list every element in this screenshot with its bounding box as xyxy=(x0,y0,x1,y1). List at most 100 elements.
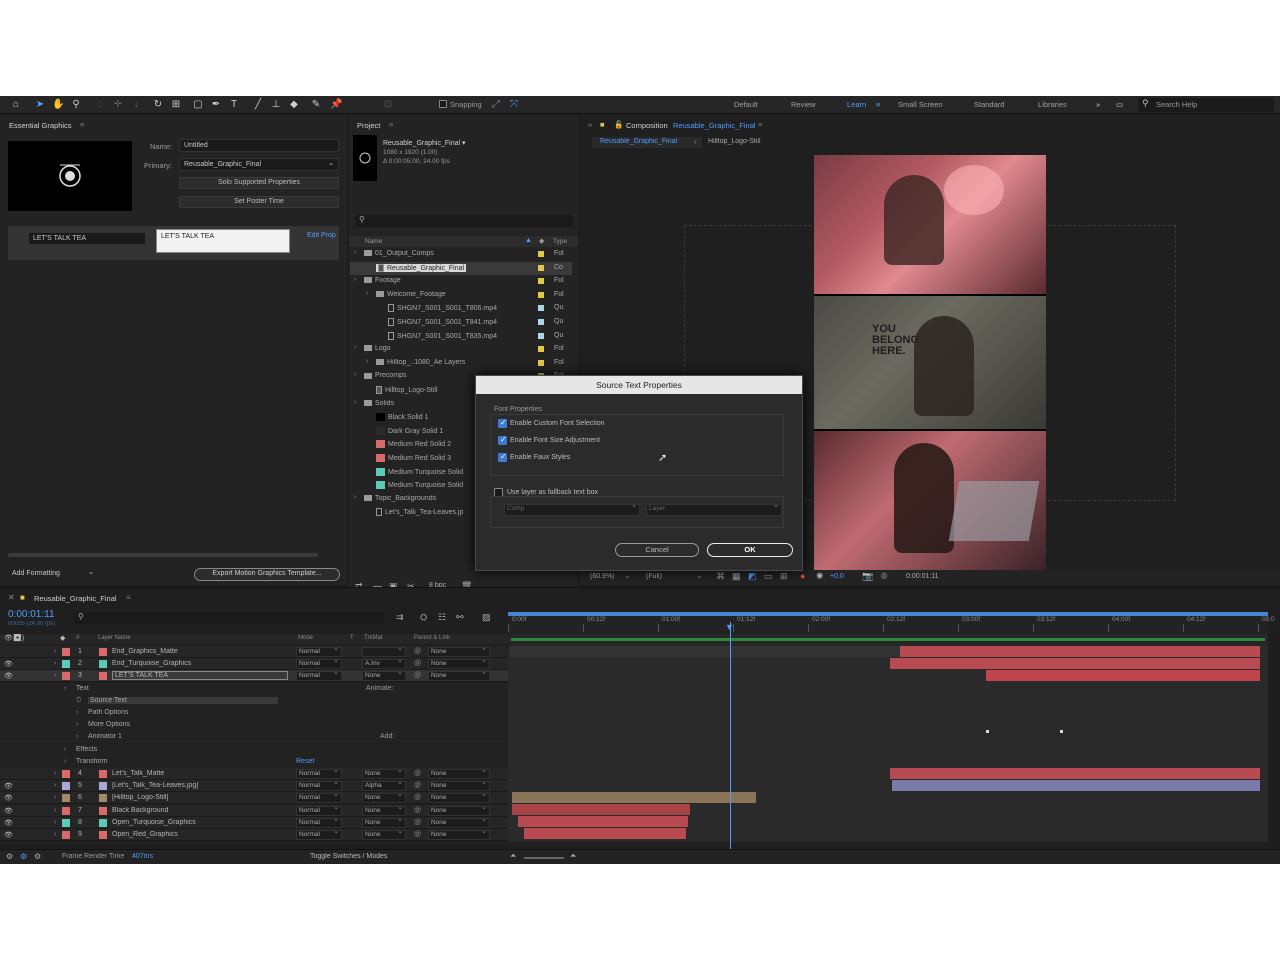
add-label[interactable]: Add: xyxy=(380,733,394,740)
clone-stamp-tool-icon[interactable]: ⊥ xyxy=(270,99,282,111)
disclosure-chevron-icon[interactable]: › xyxy=(366,358,368,365)
composition-name-link[interactable]: Reusable_Graphic_Final xyxy=(673,121,756,130)
parent-pick-whip-icon[interactable]: @ xyxy=(414,660,421,667)
blend-mode-select[interactable]: Normal xyxy=(296,816,342,828)
timeline-layer-row[interactable]: 👁 › 2 End_Turquoise_Graphics Normal A.Inv @ Non… xyxy=(0,657,508,671)
parent-select[interactable]: None xyxy=(428,828,490,840)
property-row[interactable]: › More Options xyxy=(0,719,508,732)
label-color-tag[interactable] xyxy=(538,264,544,271)
panel-menu-icon[interactable]: ≡ xyxy=(126,593,131,602)
cancel-button[interactable]: Cancel xyxy=(615,543,699,557)
track-matte-select[interactable]: None xyxy=(362,767,406,779)
layer-duration-bar[interactable] xyxy=(524,828,686,839)
sync-settings-icon[interactable]: ▭ xyxy=(1116,100,1123,109)
type-tool-icon[interactable]: T xyxy=(228,99,240,111)
eye-icon[interactable]: 👁 xyxy=(4,660,13,668)
comp-breadcrumb-tab[interactable]: Reusable_Graphic_Final xyxy=(592,137,702,148)
layer-label-color[interactable] xyxy=(62,770,70,778)
layer-duration-bar[interactable] xyxy=(890,658,1260,669)
blend-mode-select[interactable]: Normal xyxy=(296,804,342,816)
set-poster-time-button[interactable]: Set Poster Time xyxy=(179,196,339,208)
viewer-timecode[interactable]: 0:00:01:11 xyxy=(906,573,939,580)
project-item-row[interactable]: › Hilltop_..1080_Ae Layers Fol xyxy=(350,357,572,371)
transfer-controls-icon[interactable]: ⚙ xyxy=(20,852,27,861)
comp-viewer-frame[interactable]: YOU BELONG HERE. xyxy=(814,155,1046,570)
brush-tool-icon[interactable]: ╱ xyxy=(252,99,264,111)
sort-arrow-icon[interactable]: ▲ xyxy=(525,237,532,244)
playhead-handle[interactable]: ▼ xyxy=(725,622,734,632)
timeline-layer-row[interactable]: 👁 › 6 [Hilltop_Logo-Still] Normal None @ None xyxy=(0,791,508,805)
roto-brush-tool-icon[interactable]: ✎ xyxy=(310,99,322,111)
parent-select[interactable]: None xyxy=(428,779,490,792)
hand-tool-icon[interactable]: ✋ xyxy=(52,99,64,111)
snap-features-icon[interactable]: ⤧ xyxy=(508,99,520,111)
disclosure-chevron-icon[interactable]: › xyxy=(64,746,66,753)
snap-options-icon[interactable]: ⤢ xyxy=(490,99,502,111)
pan-behind-tool-icon[interactable]: ⊞ xyxy=(170,99,182,111)
disclosure-chevron-icon[interactable]: › xyxy=(354,371,356,378)
in-out-columns-icon[interactable]: ⚙ xyxy=(34,852,41,861)
layer-name[interactable]: [Let's_Talk_Tea-Leaves.jpg] xyxy=(112,782,198,789)
animate-label[interactable]: Animate: xyxy=(366,685,394,692)
parent-select[interactable]: None xyxy=(428,669,490,682)
disclosure-chevron-icon[interactable]: › xyxy=(354,399,356,406)
disclosure-chevron-icon[interactable]: › xyxy=(354,249,356,256)
exposure-value[interactable]: +0.0 xyxy=(830,573,844,580)
parent-select[interactable]: None xyxy=(428,816,490,828)
layer-duration-bar[interactable] xyxy=(892,780,1260,791)
layer-label-color[interactable] xyxy=(62,782,70,791)
disclosure-chevron-icon[interactable]: › xyxy=(54,807,56,814)
rectangle-tool-icon[interactable]: ▢ xyxy=(192,99,204,111)
project-item-row[interactable]: SHGN7_S001_S001_T841.mp4 Qu xyxy=(350,316,572,330)
stopwatch-icon[interactable]: ⏱ xyxy=(76,697,81,705)
disclosure-chevron-icon[interactable]: › xyxy=(54,819,56,826)
keyframe-marker[interactable] xyxy=(986,730,989,733)
home-icon[interactable]: ⌂ xyxy=(10,99,22,111)
parent-select[interactable]: None xyxy=(428,767,490,779)
layer-name-column-header[interactable]: Layer Name xyxy=(98,635,131,641)
label-color-tag[interactable] xyxy=(538,251,544,257)
snapshot-icon[interactable]: 📷 xyxy=(862,571,873,582)
track-matte-select[interactable]: None xyxy=(362,816,406,828)
source-text-field[interactable]: LET'S TALK TEA xyxy=(28,232,146,245)
zoom-in-icon[interactable]: ⏶ xyxy=(570,851,576,861)
property-row[interactable]: › Path Options xyxy=(0,707,508,719)
blend-mode-select[interactable]: Normal xyxy=(296,669,342,682)
disclosure-chevron-icon[interactable]: › xyxy=(54,660,56,667)
timeline-layer-row[interactable]: › 4 Let's_Talk_Matte Normal None @ None xyxy=(0,767,508,780)
mask-visibility-icon[interactable]: ◩ xyxy=(748,571,757,582)
timeline-tab-title[interactable]: Reusable_Graphic_Final xyxy=(34,594,117,603)
layer-duration-bar-inactive[interactable] xyxy=(510,646,900,657)
close-tab-icon[interactable]: ✕ xyxy=(8,593,15,602)
layer-duration-bar[interactable] xyxy=(518,816,688,827)
label-color-tag[interactable] xyxy=(538,332,544,339)
project-item-row[interactable]: › Logo Fol xyxy=(350,343,572,357)
layer-name[interactable]: End_Turquoise_Graphics xyxy=(112,660,191,667)
type-column-header[interactable]: Type xyxy=(553,238,567,245)
track-matte-select[interactable]: None xyxy=(362,804,406,816)
enable-font-size-checkbox[interactable] xyxy=(498,435,507,445)
label-color-tag[interactable] xyxy=(538,278,544,285)
frame-blending-icon[interactable]: ⚯ xyxy=(456,612,464,623)
layer-label-color[interactable] xyxy=(62,660,70,669)
property-row[interactable]: › Effects xyxy=(0,743,508,756)
workspace-small-screen[interactable]: Small Screen xyxy=(898,100,943,109)
panel-menu-icon[interactable]: ≡ xyxy=(758,120,762,129)
project-search-input[interactable]: ⚲ xyxy=(355,215,573,227)
rotate-tool-icon[interactable]: ↻ xyxy=(152,99,164,111)
timeline-layer-row[interactable]: 👁 › 3 LET'S TALK TEA Normal None @ None xyxy=(0,669,508,683)
layer-name[interactable]: Open_Red_Graphics xyxy=(112,831,178,838)
disclosure-chevron-icon[interactable]: › xyxy=(54,831,56,838)
disclosure-chevron-icon[interactable]: › xyxy=(54,794,56,801)
selection-tool-icon[interactable]: ➤ xyxy=(34,99,46,111)
project-item-row[interactable]: › Footage Fol xyxy=(350,275,572,289)
edit-properties-link[interactable]: Edit Prop xyxy=(307,232,336,239)
layer-name[interactable]: Let's_Talk_Matte xyxy=(112,770,164,777)
reset-link[interactable]: Reset xyxy=(296,758,314,765)
property-row[interactable]: › Animator 1 Add: xyxy=(0,731,508,744)
layer-label-color[interactable] xyxy=(62,831,70,839)
eye-icon[interactable]: 👁 xyxy=(4,807,13,815)
orbit-tool-icon[interactable]: ◌ xyxy=(94,99,106,111)
layer-duration-bar[interactable] xyxy=(900,646,1260,657)
zoom-out-icon[interactable]: ⏶ xyxy=(510,851,516,861)
